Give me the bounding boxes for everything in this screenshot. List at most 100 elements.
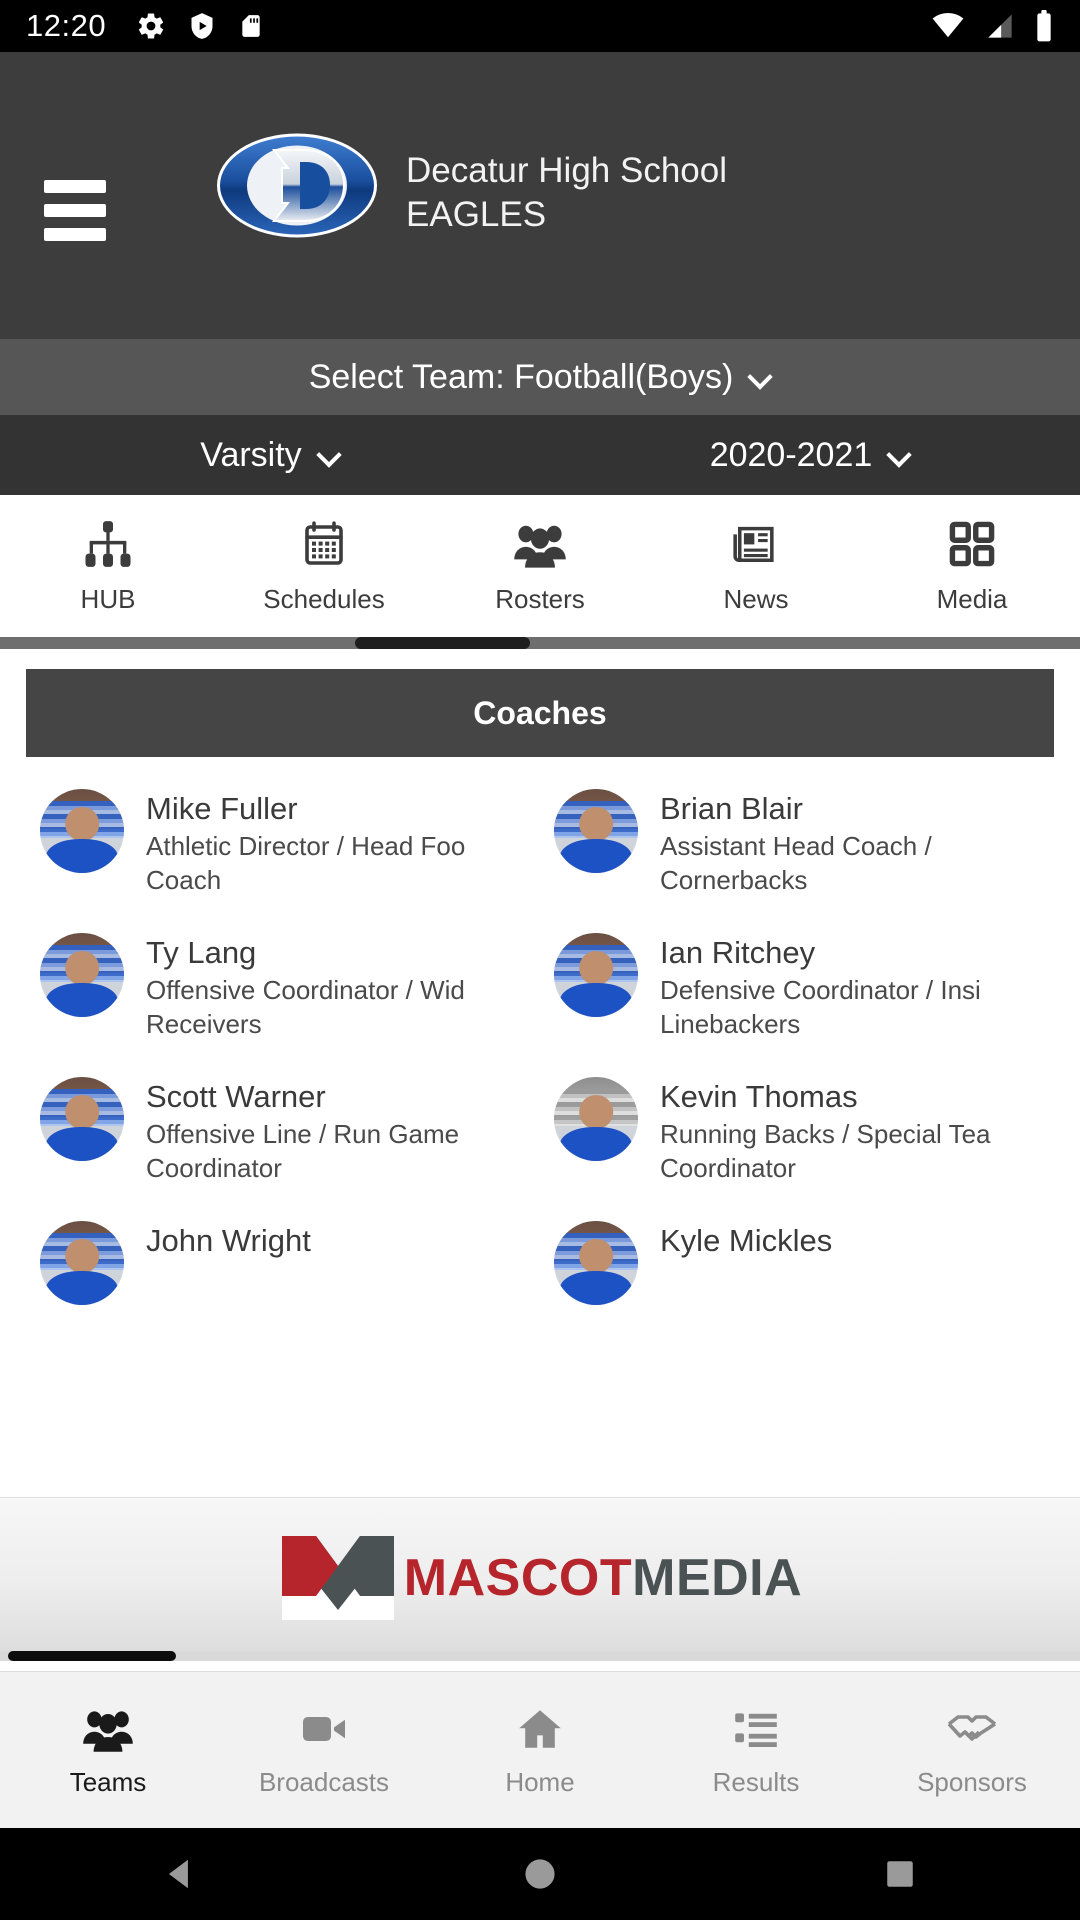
- bottom-nav-label-broadcasts: Broadcasts: [258, 1766, 390, 1797]
- bottom-nav-sponsors[interactable]: Sponsors: [864, 1703, 1080, 1798]
- coach-title-line2: Coordinator: [660, 1153, 796, 1183]
- bottom-navigation-bar: Teams Broadcasts Home Results Sponsors: [0, 1671, 1080, 1828]
- coach-title: Offensive Line / Run Game Coordinator: [146, 1117, 540, 1185]
- season-selector[interactable]: 2020-2021: [540, 436, 1080, 475]
- people-group-icon: [80, 1703, 136, 1755]
- avatar: [554, 789, 638, 873]
- scrollbar-thumb[interactable]: [355, 637, 530, 649]
- back-triangle-icon[interactable]: [0, 1855, 360, 1893]
- avatar: [40, 1077, 124, 1161]
- coach-card[interactable]: Ty Lang Offensive Coordinator / Wid Rece…: [26, 919, 540, 1063]
- coach-card[interactable]: John Wright: [26, 1207, 540, 1327]
- coach-name: Ian Ritchey: [660, 935, 816, 970]
- app-header: Decatur High School EAGLES: [0, 52, 1080, 339]
- sponsor-banner[interactable]: MASCOTMEDIA: [0, 1497, 1080, 1657]
- status-bar-notification-icons: [136, 11, 264, 41]
- avatar: [40, 1221, 124, 1305]
- bottom-nav-home[interactable]: Home: [432, 1703, 648, 1798]
- chevron-down-icon: [749, 366, 771, 388]
- team-selector-label: Select Team: Football(Boys): [308, 357, 734, 396]
- bottom-nav-teams[interactable]: Teams: [0, 1703, 216, 1798]
- avatar: [40, 789, 124, 873]
- grid-squares-icon: [947, 518, 997, 570]
- coach-title-line2: Coordinator: [146, 1153, 282, 1183]
- gear-icon: [136, 11, 166, 41]
- tab-media[interactable]: Media: [864, 518, 1080, 615]
- level-value: Varsity: [200, 435, 302, 474]
- tab-label-hub: HUB: [80, 583, 136, 614]
- sponsor-word-secondary: MEDIA: [632, 1548, 803, 1607]
- coach-card[interactable]: Mike Fuller Athletic Director / Head Foo…: [26, 775, 540, 919]
- coaches-grid: Mike Fuller Athletic Director / Head Foo…: [26, 757, 1054, 1327]
- tabs-horizontal-scrollbar[interactable]: [0, 637, 1080, 649]
- page-scrollbar[interactable]: [0, 1651, 1080, 1661]
- tab-label-media: Media: [936, 583, 1008, 614]
- coach-title: Running Backs / Special Tea Coordinator: [660, 1117, 1054, 1185]
- section-tab-bar: HUB Schedules Rosters News Media: [0, 495, 1080, 637]
- coach-card[interactable]: Kyle Mickles: [540, 1207, 1054, 1327]
- coach-title-line1: Offensive Coordinator / Wid: [146, 975, 465, 1005]
- status-bar-clock: 12:20: [26, 8, 107, 43]
- tab-news[interactable]: News: [648, 518, 864, 615]
- list-icon: [730, 1703, 782, 1755]
- coach-name: Kevin Thomas: [660, 1079, 858, 1114]
- coach-name: Ty Lang: [146, 935, 257, 970]
- season-value: 2020-2021: [709, 435, 873, 474]
- coach-card[interactable]: Ian Ritchey Defensive Coordinator / Insi…: [540, 919, 1054, 1063]
- sponsor-word-primary: MASCOT: [403, 1548, 633, 1607]
- coach-title-line2: Linebackers: [660, 1009, 801, 1039]
- coach-name: Mike Fuller: [146, 791, 298, 826]
- recents-square-icon[interactable]: [720, 1857, 1080, 1891]
- tab-label-schedules: Schedules: [263, 583, 385, 614]
- chevron-down-icon: [318, 444, 340, 466]
- chevron-down-icon: [888, 444, 910, 466]
- decatur-d-logo: [216, 132, 378, 239]
- coach-title: Offensive Coordinator / Wid Receivers: [146, 973, 540, 1041]
- bottom-nav-label-results: Results: [712, 1766, 800, 1797]
- newspaper-icon: [730, 518, 782, 570]
- bottom-nav-broadcasts[interactable]: Broadcasts: [216, 1703, 432, 1798]
- section-title: Coaches: [473, 694, 607, 731]
- home-circle-icon[interactable]: [360, 1855, 720, 1893]
- sponsor-wordmark: MASCOTMEDIA: [404, 1548, 802, 1608]
- tab-schedules[interactable]: Schedules: [216, 518, 432, 615]
- coach-name: John Wright: [146, 1223, 311, 1258]
- coach-title-line1: Running Backs / Special Tea: [660, 1119, 991, 1149]
- bottom-nav-results[interactable]: Results: [648, 1703, 864, 1798]
- coach-title-line2: Cornerbacks: [660, 865, 808, 895]
- wifi-icon: [930, 12, 966, 40]
- battery-icon: [1034, 10, 1054, 42]
- coach-card[interactable]: Scott Warner Offensive Line / Run Game C…: [26, 1063, 540, 1207]
- avatar: [554, 1221, 638, 1305]
- calendar-icon: [300, 518, 348, 570]
- coaches-panel: Coaches Mike Fuller Athletic Director / …: [0, 649, 1080, 1327]
- mascot-m-logo: [278, 1532, 398, 1624]
- scrollbar-thumb[interactable]: [8, 1651, 176, 1661]
- home-icon: [514, 1703, 566, 1755]
- coach-card[interactable]: Brian Blair Assistant Head Coach / Corne…: [540, 775, 1054, 919]
- coach-title-line1: Offensive Line / Run Game: [146, 1119, 460, 1149]
- coach-name: Scott Warner: [146, 1079, 326, 1114]
- coach-title-line1: Athletic Director / Head Foo: [146, 831, 466, 861]
- coach-name: Kyle Mickles: [660, 1223, 833, 1258]
- avatar: [554, 933, 638, 1017]
- android-status-bar: 12:20: [0, 0, 1080, 52]
- coach-title-line1: Assistant Head Coach /: [660, 831, 932, 861]
- cell-signal-icon: [984, 12, 1016, 40]
- coach-title: Assistant Head Coach / Cornerbacks: [660, 829, 1054, 897]
- coach-card[interactable]: Kevin Thomas Running Backs / Special Tea…: [540, 1063, 1054, 1207]
- sitemap-icon: [82, 518, 134, 570]
- team-selector[interactable]: Select Team: Football(Boys): [0, 339, 1080, 415]
- tab-label-news: News: [723, 583, 789, 614]
- people-group-icon: [513, 518, 567, 570]
- tab-rosters[interactable]: Rosters: [432, 518, 648, 615]
- coach-title-line2: Receivers: [146, 1009, 262, 1039]
- coach-title: Athletic Director / Head Foo Coach: [146, 829, 540, 897]
- school-identity: Decatur High School EAGLES: [216, 132, 727, 239]
- bottom-nav-label-home: Home: [505, 1766, 575, 1797]
- hamburger-menu-icon[interactable]: [44, 180, 106, 241]
- app-screen: 12:20 Decatur High School EAGLES Select …: [0, 0, 1080, 1920]
- bottom-nav-label-sponsors: Sponsors: [917, 1766, 1027, 1797]
- level-selector[interactable]: Varsity: [0, 436, 540, 475]
- tab-hub[interactable]: HUB: [0, 518, 216, 615]
